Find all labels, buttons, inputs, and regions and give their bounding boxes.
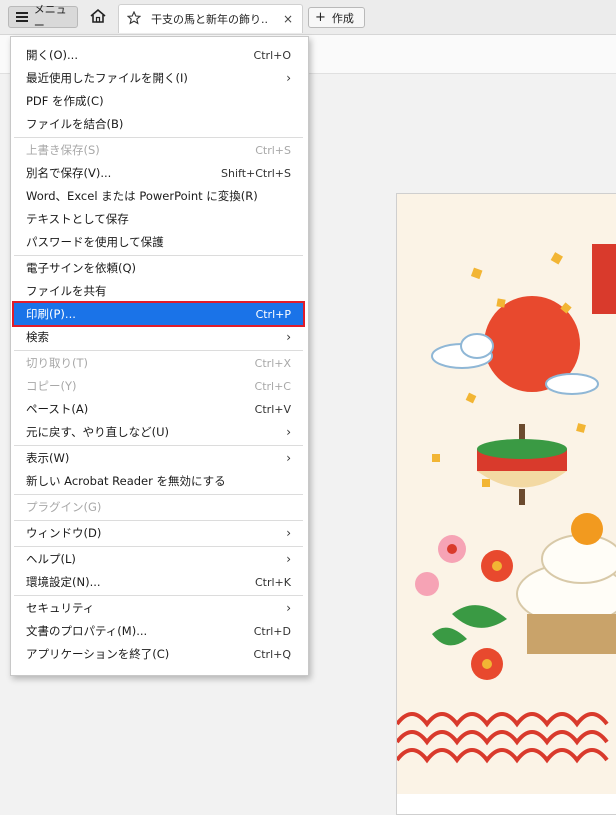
menu-item-shortcut: Ctrl+V: [254, 402, 291, 416]
menu-divider: [14, 520, 303, 521]
menu-item-view[interactable]: 表示(W) ›: [14, 447, 303, 469]
menu-item-help[interactable]: ヘルプ(L) ›: [14, 548, 303, 570]
chevron-right-icon: ›: [286, 451, 291, 465]
chevron-right-icon: ›: [286, 552, 291, 566]
document-page: [396, 193, 616, 815]
menu-button-label: メニュー: [33, 3, 67, 32]
create-button[interactable]: + 作成: [308, 7, 365, 28]
menu-item-exit-application[interactable]: アプリケーションを終了(C) Ctrl+Q: [14, 643, 303, 665]
top-bar: メニュー 干支の馬と新年の飾り.... × + 作成: [0, 0, 616, 35]
menu-item-label: 印刷(P)...: [26, 307, 76, 321]
menu-item-save-as-text[interactable]: テキストとして保存: [14, 208, 303, 230]
menu-item-shortcut: Ctrl+K: [254, 575, 291, 589]
menu-item-disable-new-reader[interactable]: 新しい Acrobat Reader を無効にする: [14, 470, 303, 492]
menu-item-label: テキストとして保存: [26, 212, 129, 226]
menu-item-save-as[interactable]: 別名で保存(V)... Shift+Ctrl+S: [14, 162, 303, 184]
chevron-right-icon: ›: [286, 526, 291, 540]
menu-item-create-pdf[interactable]: PDF を作成(C): [14, 90, 303, 112]
main-menu-dropdown: 開く(O)... Ctrl+O 最近使用したファイルを開く(I) › PDF を作成…: [10, 36, 309, 676]
menu-item-search[interactable]: 検索 ›: [14, 326, 303, 348]
menu-item-label: ファイルを結合(B): [26, 117, 124, 131]
menu-item-label: 元に戻す、やり直しなど(U): [26, 425, 169, 439]
menu-item-label: アプリケーションを終了(C): [26, 647, 170, 661]
menu-item-label: 最近使用したファイルを開く(I): [26, 71, 188, 85]
menu-divider: [14, 350, 303, 351]
menu-item-label: コピー(Y): [26, 379, 77, 393]
new-year-illustration: [397, 194, 616, 794]
menu-item-label: Word、Excel または PowerPoint に変換(R): [26, 189, 258, 203]
menu-item-label: 開く(O)...: [26, 48, 78, 62]
menu-item-open[interactable]: 開く(O)... Ctrl+O: [14, 44, 303, 66]
menu-item-shortcut: Ctrl+C: [254, 379, 291, 393]
menu-item-recent-files[interactable]: 最近使用したファイルを開く(I) ›: [14, 67, 303, 89]
menu-item-label: パスワードを使用して保護: [26, 235, 164, 249]
menu-item-label: 新しい Acrobat Reader を無効にする: [26, 474, 226, 488]
create-button-label: 作成: [331, 11, 354, 25]
menu-item-save: 上書き保存(S) Ctrl+S: [14, 139, 303, 161]
chevron-right-icon: ›: [286, 71, 291, 85]
menu-item-label: ペースト(A): [26, 402, 89, 416]
star-icon[interactable]: [126, 10, 143, 28]
menu-button[interactable]: メニュー: [8, 3, 78, 32]
chevron-right-icon: ›: [286, 425, 291, 439]
menu-item-shortcut: Ctrl+P: [255, 307, 291, 321]
menu-item-password-protect[interactable]: パスワードを使用して保護: [14, 231, 303, 253]
menu-item-plugins: プラグイン(G): [14, 496, 303, 518]
menu-item-label: 文書のプロパティ(M)...: [26, 624, 148, 638]
menu-item-request-esign[interactable]: 電子サインを依頼(Q): [14, 257, 303, 279]
hamburger-icon: [16, 12, 28, 22]
menu-item-label: プラグイン(G): [26, 500, 102, 514]
menu-divider: [14, 546, 303, 547]
menu-divider: [14, 494, 303, 495]
menu-item-label: ヘルプ(L): [26, 552, 76, 566]
menu-item-combine-files[interactable]: ファイルを結合(B): [14, 113, 303, 135]
menu-item-print[interactable]: 印刷(P)... Ctrl+P: [12, 301, 305, 327]
menu-item-copy: コピー(Y) Ctrl+C: [14, 375, 303, 397]
menu-item-security[interactable]: セキュリティ ›: [14, 597, 303, 619]
menu-item-label: ウィンドウ(D): [26, 526, 102, 540]
menu-item-label: 検索: [26, 330, 49, 344]
menu-item-label: 別名で保存(V)...: [26, 166, 112, 180]
document-tab[interactable]: 干支の馬と新年の飾り.... ×: [118, 4, 303, 33]
menu-item-label: PDF を作成(C): [26, 94, 104, 108]
menu-item-document-properties[interactable]: 文書のプロパティ(M)... Ctrl+D: [14, 620, 303, 642]
chevron-right-icon: ›: [286, 601, 291, 615]
menu-item-label: 電子サインを依頼(Q): [26, 261, 137, 275]
menu-item-share-file[interactable]: ファイルを共有: [14, 280, 303, 302]
menu-divider: [14, 595, 303, 596]
close-icon[interactable]: ×: [283, 12, 293, 26]
plus-icon: +: [315, 10, 326, 25]
home-icon[interactable]: [88, 7, 108, 25]
menu-item-shortcut: Ctrl+O: [253, 48, 291, 62]
menu-item-label: 環境設定(N)...: [26, 575, 101, 589]
menu-divider: [14, 137, 303, 138]
menu-divider: [14, 445, 303, 446]
menu-item-cut: 切り取り(T) Ctrl+X: [14, 352, 303, 374]
menu-item-shortcut: Ctrl+X: [254, 356, 291, 370]
menu-item-label: 表示(W): [26, 451, 70, 465]
menu-item-shortcut: Ctrl+Q: [253, 647, 291, 661]
menu-item-preferences[interactable]: 環境設定(N)... Ctrl+K: [14, 571, 303, 593]
menu-item-label: ファイルを共有: [26, 284, 107, 298]
menu-item-label: 上書き保存(S): [26, 143, 100, 157]
menu-item-shortcut: Ctrl+S: [255, 143, 291, 157]
menu-item-shortcut: Ctrl+D: [253, 624, 291, 638]
menu-item-shortcut: Shift+Ctrl+S: [221, 166, 291, 180]
menu-divider: [14, 255, 303, 256]
menu-item-label: セキュリティ: [26, 601, 95, 615]
menu-item-label: 切り取り(T): [26, 356, 88, 370]
tab-title: 干支の馬と新年の飾り....: [151, 13, 269, 26]
menu-item-paste[interactable]: ペースト(A) Ctrl+V: [14, 398, 303, 420]
menu-item-window[interactable]: ウィンドウ(D) ›: [14, 522, 303, 544]
chevron-right-icon: ›: [286, 330, 291, 344]
menu-item-convert-office[interactable]: Word、Excel または PowerPoint に変換(R): [14, 185, 303, 207]
menu-item-undo-redo[interactable]: 元に戻す、やり直しなど(U) ›: [14, 421, 303, 443]
